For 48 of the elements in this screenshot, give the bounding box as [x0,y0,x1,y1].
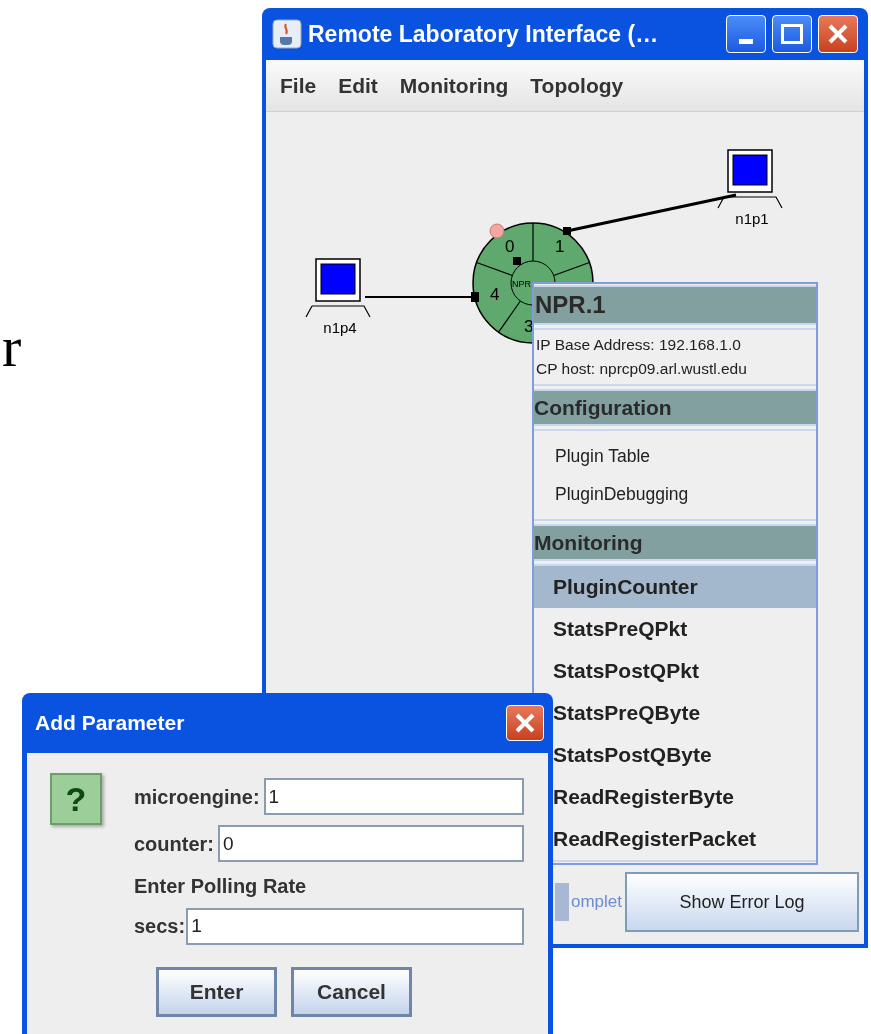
minimize-icon [739,39,753,44]
info-text: CP host: nprcp09.arl.wustl.edu [536,359,748,379]
input-field[interactable]: 0 [218,825,524,862]
status-dot [489,223,505,239]
menu-item[interactable]: Plugin Table [534,437,816,475]
close-icon [827,23,849,45]
host-label: n1p1 [735,210,769,227]
menu-title[interactable]: File [280,69,317,102]
field-label: secs: [134,914,186,939]
port-label: 4 [490,285,500,304]
section-header: Monitoring [534,524,816,561]
question-icon: ? [50,773,102,825]
status-text: omplet [571,891,623,914]
close-button[interactable] [818,15,858,53]
menu-item[interactable]: PluginDebugging [534,475,816,513]
computer-icon[interactable] [305,258,371,318]
menu-item[interactable]: StatsPreQPkt [534,608,816,650]
menu-header: NPR.1 [534,285,816,325]
dialog-title: Add Parameter [35,710,185,737]
maximize-icon [781,24,803,44]
background-letter: r [2,318,22,376]
polling-label: Enter Polling Rate [134,874,308,899]
progress-fill [555,883,569,921]
menu-title[interactable]: Monitoring [399,69,509,102]
input-field[interactable]: 1 [186,907,524,945]
dialog-button[interactable]: Enter [156,967,277,1017]
input-field[interactable]: 1 [263,778,524,815]
menu-title[interactable]: Topology [530,69,624,102]
section-header: Configuration [534,389,816,426]
field-label: counter: [134,831,214,857]
show-error-log-button[interactable]: Show Error Log [625,872,859,932]
router-label: NPR [512,279,531,289]
window-title: Remote Laboratory Interface (… [308,19,660,49]
field-label: microengine: [134,784,260,810]
port-label: 0 [505,237,515,256]
minimize-button[interactable] [726,15,766,53]
host-label: n1p4 [323,319,357,336]
menu-item[interactable]: StatsPostQPkt [534,650,816,692]
info-text: IP Base Address: 192.168.1.0 [536,335,742,355]
close-icon [514,712,536,734]
port-label: 1 [555,237,565,256]
computer-icon[interactable] [717,149,783,209]
maximize-button[interactable] [772,15,812,53]
dialog-button[interactable]: Cancel [291,967,412,1017]
menu-item[interactable]: PluginCounter [534,566,816,608]
close-button[interactable] [506,705,544,741]
cup-icon [272,19,302,49]
menu-title[interactable]: Edit [338,69,378,102]
